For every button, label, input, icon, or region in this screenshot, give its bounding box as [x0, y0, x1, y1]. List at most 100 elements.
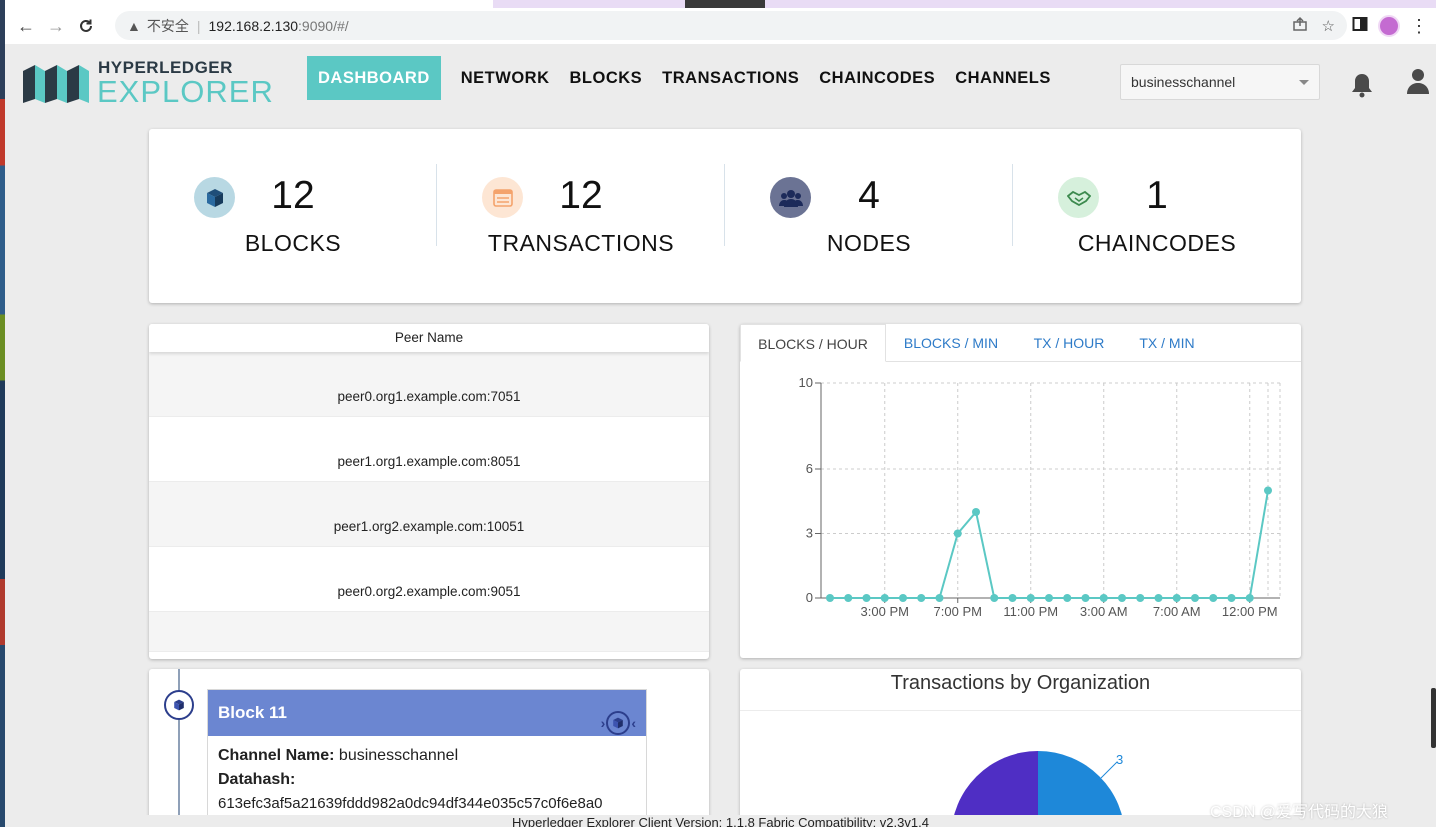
table-row[interactable]: peer0.org2.example.com:9051	[149, 547, 709, 612]
data-point	[1026, 594, 1035, 602]
block-datahash-row: Datahash:	[208, 768, 646, 792]
data-point	[990, 594, 999, 602]
channel-select[interactable]: businesschannel	[1120, 64, 1320, 100]
tab-blocks-min[interactable]: BLOCKS / MIN	[886, 324, 1016, 362]
nav-dashboard[interactable]: DASHBOARD	[307, 56, 441, 100]
y-tick-label: 10	[799, 375, 813, 390]
chevron-right-icon: ›	[600, 715, 606, 731]
separator: |	[196, 17, 201, 34]
data-point	[1209, 594, 1218, 602]
series-line	[830, 490, 1269, 599]
cube-icon	[606, 711, 631, 735]
stat-blocks: 12 BLOCKS	[149, 129, 437, 303]
stat-nodes: 4 NODES	[725, 129, 1013, 303]
nav-chaincodes[interactable]: CHAINCODES	[809, 56, 945, 100]
bell-icon[interactable]	[1350, 72, 1374, 103]
tab-tx-hour[interactable]: TX / HOUR	[1016, 324, 1122, 362]
block-link-icon[interactable]: › ‹	[601, 700, 636, 746]
scrollbar[interactable]	[1431, 688, 1436, 748]
nav-network[interactable]: NETWORK	[451, 56, 560, 100]
data-point	[844, 594, 853, 602]
chevron-left-icon: ‹	[631, 715, 636, 731]
hyperledger-logo[interactable]: HYPERLEDGER EXPLORER	[23, 58, 283, 109]
app-header: HYPERLEDGER EXPLORER DASHBOARD NETWORK B…	[5, 44, 1436, 120]
data-point	[1118, 594, 1126, 602]
address-bar[interactable]: ▲ 不安全 | 192.168.2.130:9090/#/ ☆	[115, 11, 1347, 40]
watermark: CSDN @爱写代码的大狼	[1210, 804, 1389, 821]
y-tick-label: 0	[806, 590, 813, 605]
pie-label-line	[1100, 761, 1118, 779]
data-point	[899, 594, 907, 602]
data-point	[1191, 594, 1199, 602]
table-row[interactable]: peer1.org2.example.com:10051	[149, 482, 709, 547]
nav-channels[interactable]: CHANNELS	[945, 56, 1061, 100]
stat-transactions-label: TRANSACTIONS	[487, 230, 675, 256]
stat-blocks-count: 12	[271, 174, 315, 217]
stat-transactions-count: 12	[559, 174, 603, 217]
block-entry[interactable]: Block 11 › ‹ Channel Name: businesschann…	[207, 689, 647, 827]
data-point	[1245, 594, 1254, 602]
x-tick-label: 3:00 PM	[861, 604, 909, 619]
pie-label: 3	[1116, 752, 1123, 767]
url-path: :9090/#/	[298, 17, 349, 34]
table-row[interactable]: peer0.org1.example.com:7051	[149, 352, 709, 417]
profile-avatar[interactable]	[1378, 15, 1400, 37]
channel-select-value: businesschannel	[1131, 74, 1236, 90]
stat-nodes-label: NODES	[826, 230, 912, 256]
data-point	[1045, 594, 1053, 602]
data-point	[935, 594, 944, 602]
data-point	[1227, 594, 1236, 602]
block-title: Block 11	[218, 703, 287, 722]
line-chart: 0 3 6 10 3:00 PM 7:00 PM 11:00 PM 3:00 AM 7:00 A…	[799, 375, 1281, 619]
data-point	[1081, 594, 1090, 602]
block-channel-row: Channel Name: businesschannel	[208, 744, 646, 768]
chart-tabs: BLOCKS / HOUR BLOCKS / MIN TX / HOUR TX …	[740, 324, 1301, 362]
data-point	[972, 508, 980, 516]
data-point	[880, 594, 889, 602]
warning-icon[interactable]: ▲	[127, 18, 141, 34]
block-title-bar: Block 11 › ‹	[208, 690, 646, 736]
y-tick-label: 3	[806, 526, 813, 541]
sidebar-icon[interactable]	[1352, 16, 1368, 37]
main-nav: DASHBOARD NETWORK BLOCKS TRANSACTIONS CH…	[307, 56, 1061, 100]
peers-table: Peer Name peer0.org1.example.com:7051 pe…	[149, 324, 709, 659]
chevron-down-icon	[1299, 80, 1309, 85]
tab-blocks-hour[interactable]: BLOCKS / HOUR	[740, 324, 886, 362]
share-icon[interactable]	[1292, 16, 1308, 36]
peers-table-header[interactable]: Peer Name	[149, 324, 709, 352]
data-point	[826, 594, 834, 602]
data-point	[1063, 594, 1072, 602]
block-details: Channel Name: businesschannel Datahash: …	[208, 736, 646, 816]
stat-chaincodes: 1 CHAINCODES	[1013, 129, 1301, 303]
data-point	[917, 594, 926, 602]
back-icon[interactable]: ←	[11, 11, 41, 41]
stats-card: 12 BLOCKS 12 TRANSACTIONS 4 NODES 1 CHAI…	[149, 129, 1301, 303]
x-tick-label: 3:00 AM	[1080, 604, 1128, 619]
stat-chaincodes-label: CHAINCODES	[1077, 230, 1237, 256]
nav-transactions[interactable]: TRANSACTIONS	[652, 56, 809, 100]
stat-blocks-label: BLOCKS	[244, 230, 342, 256]
data-point	[862, 594, 871, 602]
logo-text-explorer: EXPLORER	[97, 74, 274, 109]
data-point	[1264, 486, 1272, 495]
x-tick-label: 11:00 PM	[1003, 604, 1058, 619]
data-point	[953, 529, 962, 538]
data-point	[1154, 594, 1163, 602]
tab-tx-min[interactable]: TX / MIN	[1122, 324, 1212, 362]
nav-blocks[interactable]: BLOCKS	[560, 56, 653, 100]
user-icon[interactable]	[1407, 68, 1429, 99]
channel-label: Channel Name:	[218, 747, 335, 764]
star-icon[interactable]: ☆	[1322, 17, 1335, 35]
x-tick-label: 12:00 PM	[1222, 604, 1278, 619]
menu-icon[interactable]: ⋮	[1410, 16, 1428, 37]
data-point	[1008, 594, 1017, 602]
browser-tab[interactable]	[685, 0, 765, 8]
reload-icon[interactable]	[71, 11, 101, 41]
x-tick-label: 7:00 AM	[1153, 604, 1201, 619]
browser-active-tab[interactable]	[5, 0, 493, 8]
org-chart-title: Transactions by Organization	[740, 669, 1301, 711]
datahash-label: Datahash:	[218, 771, 296, 788]
forward-icon[interactable]: →	[41, 11, 71, 41]
block-timeline-card: Block 11 › ‹ Channel Name: businesschann…	[149, 669, 709, 827]
table-row[interactable]: peer1.org1.example.com:8051	[149, 417, 709, 482]
